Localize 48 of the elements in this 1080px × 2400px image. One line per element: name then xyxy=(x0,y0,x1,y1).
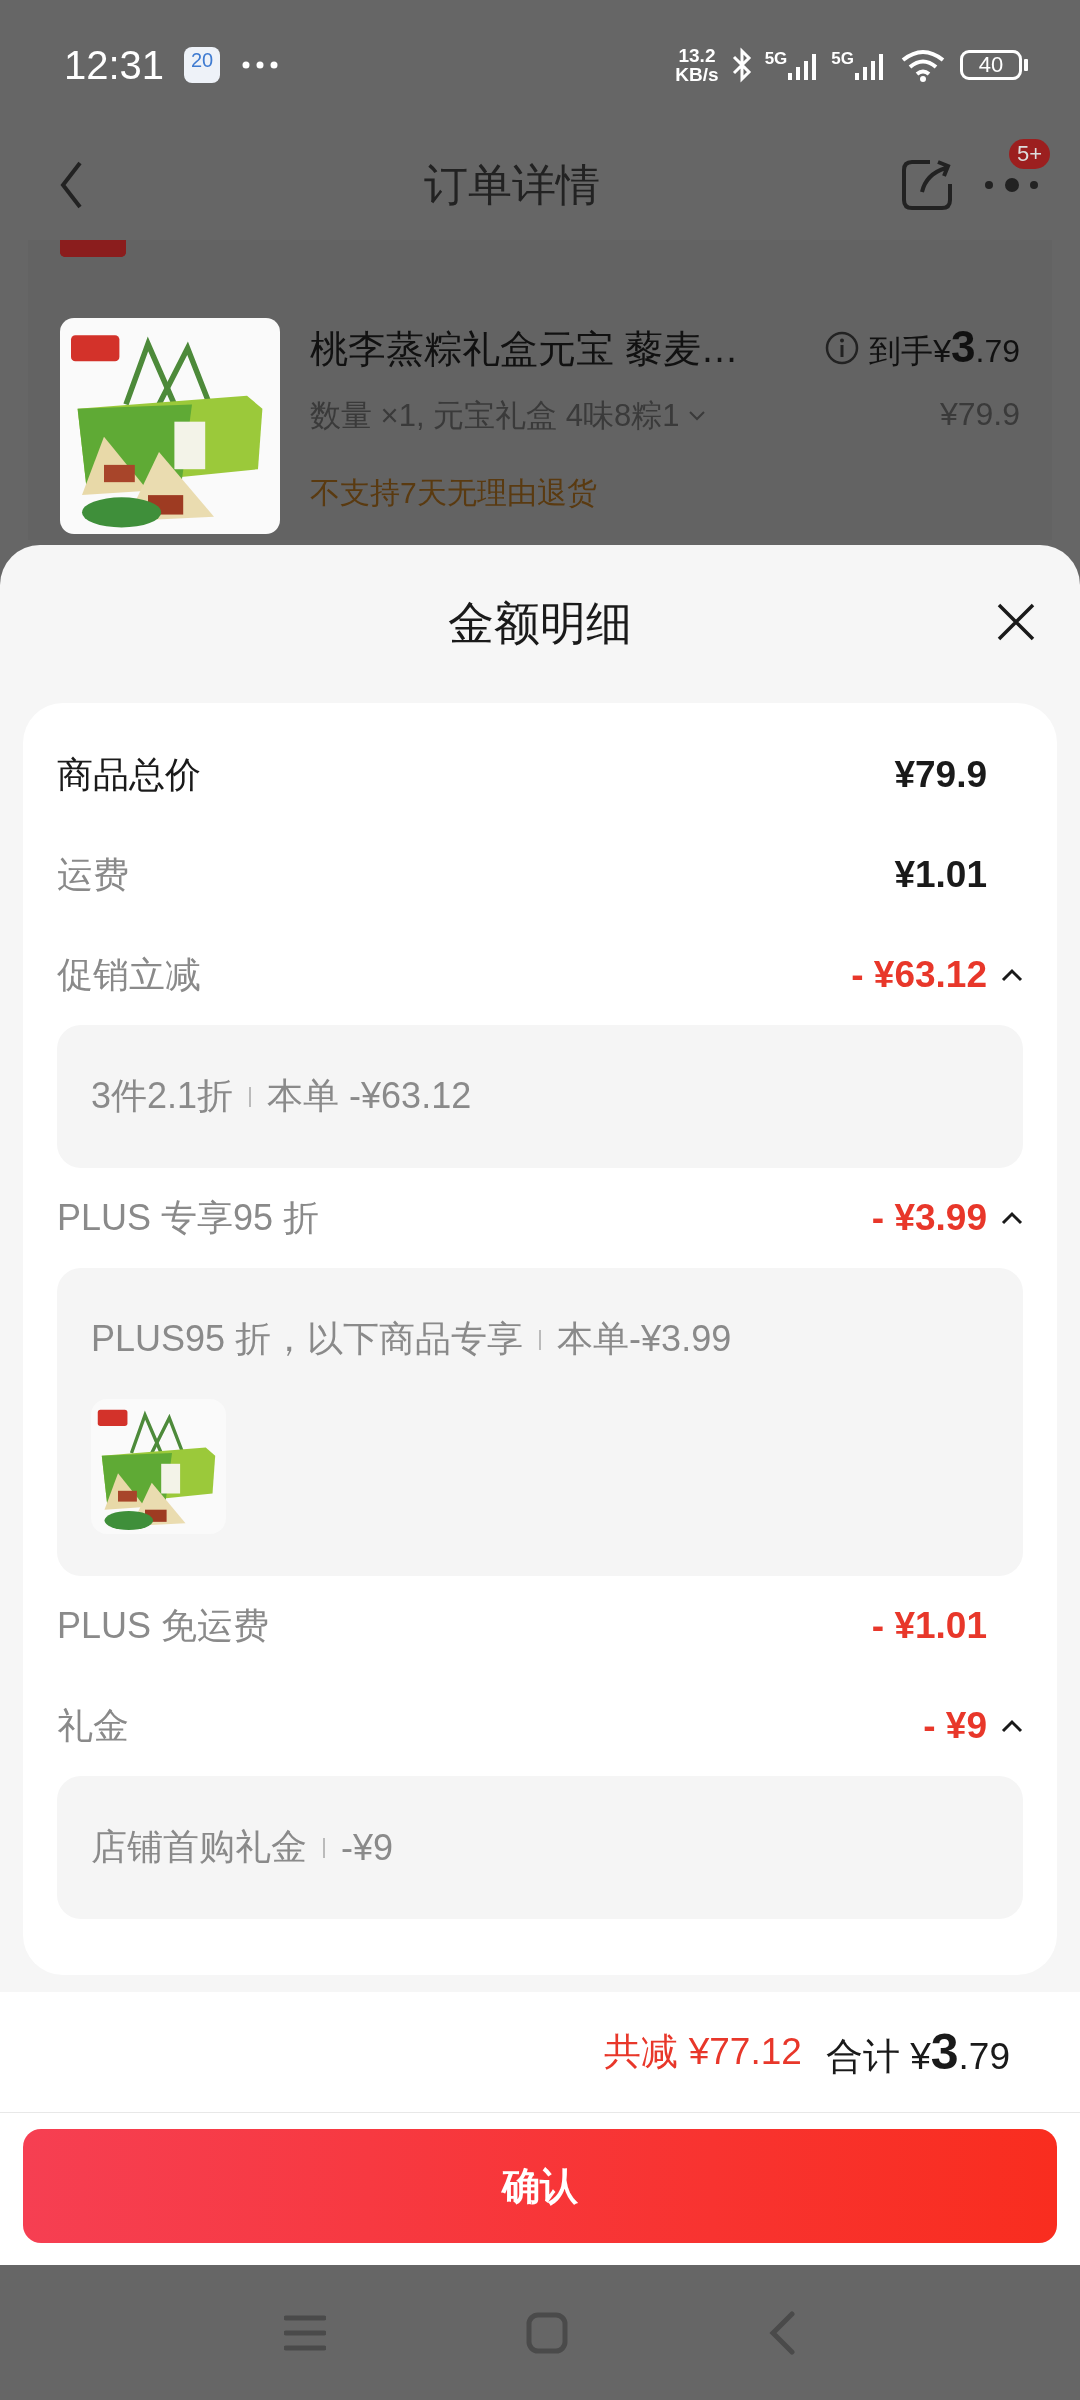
order-total: 合计 ¥3.79 xyxy=(825,2022,1010,2082)
total-savings: 共减 ¥77.12 xyxy=(604,2030,802,2074)
notification-badge: 5+ xyxy=(1008,139,1050,169)
wifi-icon xyxy=(900,48,946,82)
discount-detail: 本单 -¥63.12 xyxy=(267,1074,472,1118)
chevron-up-icon[interactable] xyxy=(1001,1211,1023,1225)
info-icon xyxy=(825,331,860,365)
discount-detail: 3件2.1折 xyxy=(91,1074,234,1118)
clock-time: 12:31 xyxy=(64,42,165,88)
fee-amount: ¥79.9 xyxy=(894,754,987,796)
menu-button[interactable] xyxy=(284,2313,326,2352)
discount-detail: -¥9 xyxy=(341,1826,394,1869)
share-button[interactable] xyxy=(900,158,954,212)
calendar-icon: 20 xyxy=(184,47,221,83)
fee-amount: - ¥9 xyxy=(923,1705,987,1747)
fee-label: PLUS 专享95 折 xyxy=(57,1195,321,1240)
return-policy-notice: 不支持7天无理由退货 xyxy=(310,475,598,511)
discount-detail: 本单-¥3.99 xyxy=(557,1317,732,1361)
speed-unit: KB/s xyxy=(675,65,719,84)
sheet-title: 金额明细 xyxy=(448,596,632,651)
chevron-up-icon[interactable] xyxy=(1001,968,1023,982)
network-type: 5G xyxy=(764,49,788,69)
network-speed: 13.2 xyxy=(678,46,716,65)
battery-icon: 40 xyxy=(960,50,1022,80)
fee-label: 促销立减 xyxy=(57,952,202,997)
home-button[interactable] xyxy=(526,2311,568,2354)
final-price: 到手¥3.79 xyxy=(869,322,1020,373)
fee-amount: - ¥63.12 xyxy=(851,954,987,996)
fee-label: 商品总价 xyxy=(57,752,202,797)
chevron-up-icon[interactable] xyxy=(1001,1719,1023,1733)
back-button[interactable] xyxy=(58,160,84,210)
page-title: 订单详情 xyxy=(423,158,601,211)
fee-amount: - ¥1.01 xyxy=(871,1605,987,1647)
fee-label: 运费 xyxy=(57,852,130,897)
discount-detail: 店铺首购礼金 xyxy=(91,1825,307,1869)
more-icon xyxy=(242,61,279,69)
more-button[interactable] xyxy=(984,175,1040,195)
fee-label: 礼金 xyxy=(57,1703,130,1748)
network-type: 5G xyxy=(831,49,854,69)
fee-amount: ¥1.01 xyxy=(894,854,987,896)
close-button[interactable] xyxy=(996,602,1036,642)
confirm-button[interactable]: 确认 xyxy=(23,2129,1057,2243)
fee-amount: - ¥3.99 xyxy=(871,1197,987,1239)
discount-detail: PLUS95 折，以下商品专享 xyxy=(91,1317,524,1361)
chevron-down-icon xyxy=(687,410,706,422)
fee-label: PLUS 免运费 xyxy=(57,1603,271,1648)
product-title: 桃李蒸粽礼盒元宝 藜麦… xyxy=(310,327,740,372)
back-button[interactable] xyxy=(768,2310,796,2355)
